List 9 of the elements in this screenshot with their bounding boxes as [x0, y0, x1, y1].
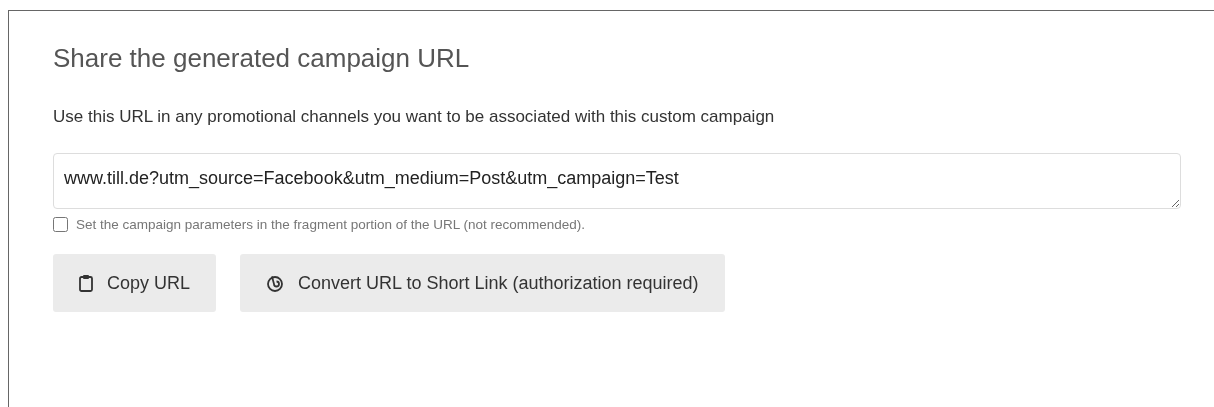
short-link-button[interactable]: Convert URL to Short Link (authorization required) [240, 254, 725, 312]
clipboard-icon [79, 274, 93, 292]
fragment-option-label: Set the campaign parameters in the fragment portion of the URL (not recommended). [76, 217, 585, 232]
copy-url-button[interactable]: Copy URL [53, 254, 217, 312]
link-logo-icon [266, 274, 285, 292]
description-text: Use this URL in any promotional channels you want to be associated with this custom campaign [53, 106, 776, 128]
fragment-checkbox[interactable] [53, 217, 68, 232]
url-field[interactable]: www.till.de?utm_source=Facebook&utm_medium=Post&utm_campaign=Test [53, 153, 1181, 209]
panel-title: Share the generated campaign URL [53, 42, 471, 75]
